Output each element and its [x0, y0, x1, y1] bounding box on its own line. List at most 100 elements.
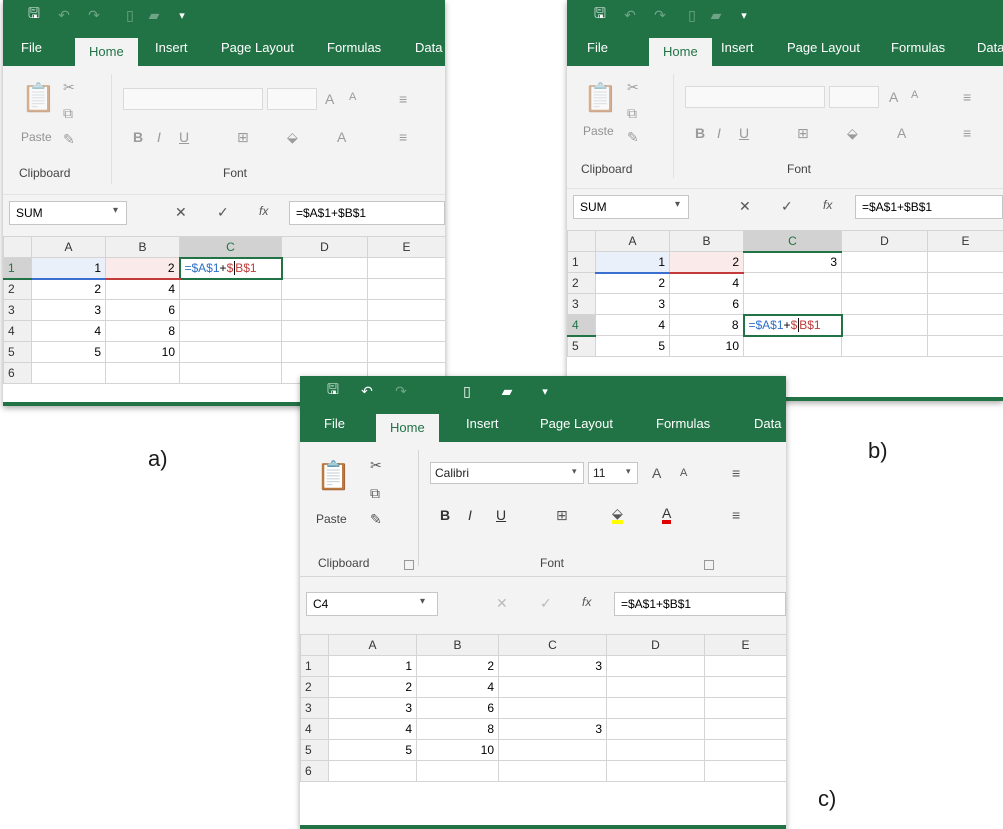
font-color-icon[interactable]: A	[337, 130, 346, 144]
column-header[interactable]: B	[670, 231, 744, 252]
cell[interactable]	[705, 677, 787, 698]
customize-qat-icon[interactable]: ▾	[536, 382, 554, 400]
fill-color-icon[interactable]: ⬙	[612, 506, 623, 524]
font-name-dropdown-icon[interactable]: ▾	[572, 467, 577, 476]
cut-icon[interactable]: ✂	[627, 80, 639, 94]
column-header[interactable]: C	[499, 635, 607, 656]
open-folder-icon[interactable]: ▰	[145, 6, 163, 24]
tab-data[interactable]: Data	[415, 40, 442, 55]
new-file-icon[interactable]: ▯	[121, 6, 139, 24]
bold-icon[interactable]: B	[133, 130, 143, 144]
tab-insert[interactable]: Insert	[155, 40, 188, 55]
name-box[interactable]: SUM	[573, 195, 689, 219]
copy-icon[interactable]: ⧉	[370, 486, 380, 500]
select-all-corner[interactable]	[568, 231, 596, 252]
borders-icon[interactable]: ⊞	[556, 508, 568, 522]
font-color-icon[interactable]: A	[897, 126, 906, 140]
cell[interactable]	[842, 315, 928, 336]
save-icon[interactable]: 🖫	[324, 382, 342, 400]
cell[interactable]	[32, 363, 106, 384]
cell[interactable]	[499, 698, 607, 719]
cell-c4-editing[interactable]: =$A$1+$B$1	[744, 315, 842, 336]
cell[interactable]	[607, 677, 705, 698]
cell[interactable]	[329, 761, 417, 782]
grow-font-icon[interactable]: A	[889, 90, 898, 104]
row-header[interactable]: 4	[568, 315, 596, 336]
cell[interactable]	[928, 336, 1003, 357]
column-header[interactable]: E	[368, 237, 446, 258]
cell[interactable]	[842, 336, 928, 357]
cell-a1[interactable]: 1	[596, 252, 670, 273]
cancel-icon[interactable]: ✕	[739, 199, 751, 213]
cell[interactable]: 2	[417, 656, 499, 677]
undo-icon[interactable]: ↶	[621, 6, 639, 24]
cell[interactable]	[180, 321, 282, 342]
row-header[interactable]: 1	[4, 258, 32, 279]
cut-icon[interactable]: ✂	[370, 458, 382, 472]
formula-input[interactable]: =$A$1+$B$1	[289, 201, 445, 225]
cell[interactable]	[705, 698, 787, 719]
name-box[interactable]: SUM	[9, 201, 127, 225]
undo-icon[interactable]: ↶	[55, 6, 73, 24]
format-painter-icon[interactable]: ✎	[63, 132, 75, 146]
name-box-dropdown-icon[interactable]: ▾	[420, 597, 425, 607]
open-folder-icon[interactable]: ▰	[707, 6, 725, 24]
cell[interactable]	[607, 698, 705, 719]
cell[interactable]: 10	[417, 740, 499, 761]
column-header[interactable]: D	[282, 237, 368, 258]
cell[interactable]: 3	[32, 300, 106, 321]
cell[interactable]	[368, 342, 446, 363]
paste-icon[interactable]: 📋	[583, 84, 618, 112]
enter-icon[interactable]: ✓	[781, 199, 793, 213]
cell[interactable]: 5	[32, 342, 106, 363]
cell[interactable]: 3	[329, 698, 417, 719]
borders-icon[interactable]: ⊞	[797, 126, 809, 140]
align-left-icon[interactable]: ≡	[963, 126, 971, 140]
row-header[interactable]: 2	[301, 677, 329, 698]
cell[interactable]: 4	[32, 321, 106, 342]
cell[interactable]	[705, 719, 787, 740]
column-header[interactable]: D	[842, 231, 928, 252]
cell[interactable]	[417, 761, 499, 782]
align-top-icon[interactable]: ≡	[399, 92, 407, 106]
cut-icon[interactable]: ✂	[63, 80, 75, 94]
cell[interactable]	[180, 342, 282, 363]
bold-icon[interactable]: B	[695, 126, 705, 140]
cell[interactable]: 4	[417, 677, 499, 698]
align-top-icon[interactable]: ≡	[732, 466, 740, 480]
align-top-icon[interactable]: ≡	[963, 90, 971, 104]
open-folder-icon[interactable]: ▰	[498, 382, 516, 400]
font-name-select[interactable]: Calibri	[430, 462, 584, 484]
tab-page-layout[interactable]: Page Layout	[540, 416, 613, 431]
cell[interactable]	[282, 300, 368, 321]
cancel-icon[interactable]: ✕	[496, 596, 508, 610]
column-header[interactable]: C	[744, 231, 842, 252]
cell[interactable]	[106, 363, 180, 384]
column-header[interactable]: A	[596, 231, 670, 252]
column-header[interactable]: A	[329, 635, 417, 656]
cell[interactable]	[705, 740, 787, 761]
font-size-select[interactable]	[267, 88, 317, 110]
cell[interactable]: 5	[596, 336, 670, 357]
customize-qat-icon[interactable]: ▾	[173, 6, 191, 24]
cell[interactable]: 8	[670, 315, 744, 336]
shrink-font-icon[interactable]: A	[911, 90, 918, 101]
column-header[interactable]: A	[32, 237, 106, 258]
customize-qat-icon[interactable]: ▾	[735, 6, 753, 24]
cell[interactable]: 6	[670, 294, 744, 315]
paste-icon[interactable]: 📋	[316, 462, 351, 490]
format-painter-icon[interactable]: ✎	[627, 130, 639, 144]
insert-function-icon[interactable]: fx	[582, 596, 591, 608]
cell[interactable]	[744, 336, 842, 357]
cell[interactable]: 5	[329, 740, 417, 761]
row-header[interactable]: 2	[568, 273, 596, 294]
grow-font-icon[interactable]: A	[325, 92, 334, 106]
cell[interactable]	[928, 252, 1003, 273]
cell[interactable]: 4	[670, 273, 744, 294]
cell[interactable]	[282, 342, 368, 363]
column-header[interactable]: B	[417, 635, 499, 656]
cell[interactable]: 10	[106, 342, 180, 363]
cell[interactable]	[499, 761, 607, 782]
save-icon[interactable]: 🖫	[25, 6, 43, 24]
shrink-font-icon[interactable]: A	[349, 92, 356, 103]
